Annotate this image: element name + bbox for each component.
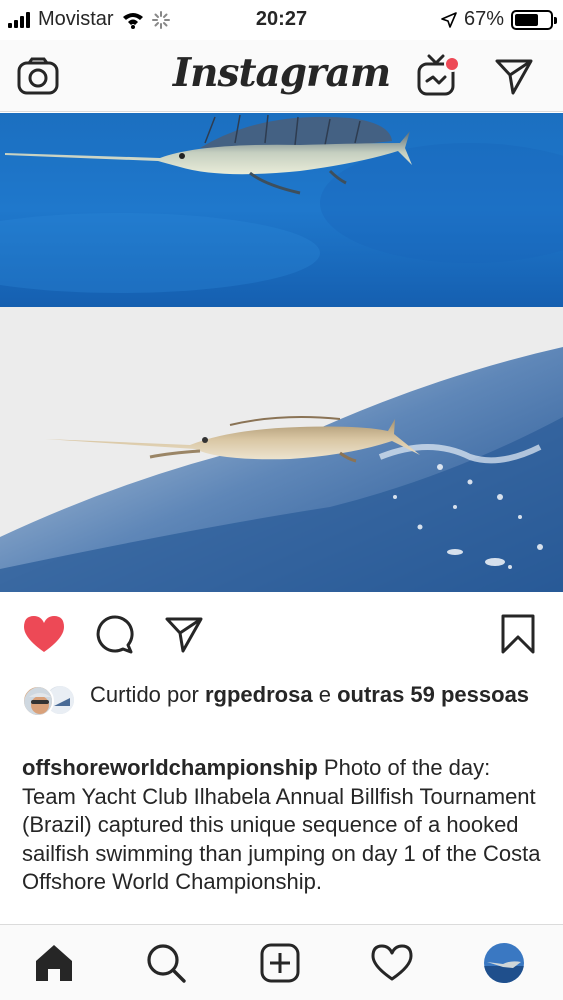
- likes-conjunction: e: [318, 682, 331, 707]
- likes-prefix: Curtido por: [90, 682, 199, 707]
- comment-button[interactable]: [90, 610, 138, 658]
- notification-dot: [444, 56, 460, 72]
- search-icon[interactable]: [142, 939, 190, 987]
- comment-icon: [96, 615, 134, 654]
- battery-percent: 67%: [463, 8, 504, 30]
- bottom-nav: [0, 924, 563, 1000]
- new-post-icon[interactable]: [256, 939, 304, 987]
- likes-text: Curtido por rgpedrosa e outras 59 pessoa…: [90, 680, 540, 709]
- battery-fill: [515, 13, 538, 26]
- location-arrow-icon: [441, 11, 457, 28]
- app-header: Instagram: [0, 40, 563, 112]
- share-icon: [165, 617, 203, 653]
- post-actions: [0, 606, 563, 664]
- post-photo-jump[interactable]: [0, 307, 563, 592]
- instagram-logo: Instagram: [172, 50, 391, 96]
- like-button[interactable]: [20, 610, 68, 658]
- igtv-icon[interactable]: [416, 54, 460, 98]
- liker-avatar-1: [22, 685, 54, 717]
- battery-icon: [511, 9, 557, 30]
- post-photo-underwater[interactable]: [0, 113, 563, 307]
- liker-username[interactable]: rgpedrosa: [205, 682, 313, 707]
- profile-avatar[interactable]: [480, 939, 528, 987]
- post-caption: offshoreworldchampionship Photo of the d…: [22, 754, 542, 897]
- likes-others[interactable]: outras 59 pessoas: [337, 682, 529, 707]
- status-right: 67%: [441, 8, 557, 31]
- share-button[interactable]: [160, 610, 208, 658]
- liker-avatars[interactable]: [22, 684, 78, 718]
- home-icon[interactable]: [30, 939, 78, 987]
- direct-message-icon[interactable]: [492, 54, 536, 98]
- caption-username[interactable]: offshoreworldchampionship: [22, 755, 318, 780]
- heart-icon: [24, 616, 64, 652]
- save-button[interactable]: [494, 610, 542, 658]
- activity-heart-icon[interactable]: [368, 939, 416, 987]
- status-bar: Movistar 20:27 67%: [0, 0, 563, 40]
- bookmark-icon: [501, 614, 535, 654]
